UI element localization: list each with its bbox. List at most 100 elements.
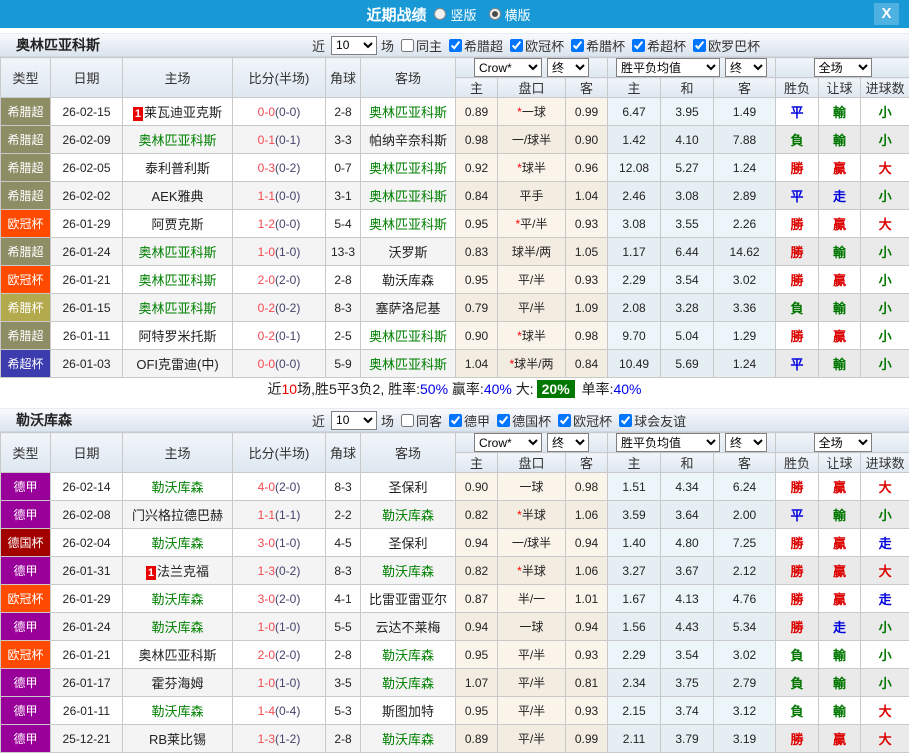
radio-vertical-icon[interactable]: [434, 8, 446, 20]
match-date: 26-01-29: [51, 585, 123, 613]
column-header: 角球: [326, 433, 361, 473]
away-team: 斯图加特: [361, 697, 456, 725]
result-handicap: 輸: [819, 98, 861, 126]
result-wdl: 勝: [776, 322, 819, 350]
league-filter-checkbox[interactable]: [693, 39, 706, 52]
result-goals: 小: [861, 350, 909, 378]
away-team: 奥林匹亚科斯: [361, 182, 456, 210]
handicap-line: *半球: [498, 501, 566, 529]
odds-draw: 6.44: [661, 238, 714, 266]
home-handicap-odds: 0.90: [456, 473, 498, 501]
sub-column-header: 和: [661, 453, 714, 473]
odds-time-select[interactable]: 终: [547, 58, 589, 77]
layout-horizontal-option[interactable]: 横版: [489, 5, 531, 24]
league-filter-checkbox[interactable]: [571, 39, 584, 52]
league-badge: 欧冠杯: [1, 210, 51, 238]
away-team-name: 圣保利: [388, 536, 427, 551]
score-cell: 2-0(2-0): [233, 266, 326, 294]
odds-company-select[interactable]: Crow*: [474, 433, 542, 452]
away-handicap-odds: 1.05: [566, 238, 608, 266]
handicap-text: 平/半: [518, 301, 545, 315]
same-venue-checkbox[interactable]: [401, 414, 414, 427]
radio-horizontal-icon[interactable]: [489, 8, 501, 20]
away-team-name: 云达不莱梅: [375, 620, 440, 635]
odds-home-win: 9.70: [608, 322, 661, 350]
home-handicap-odds: 0.83: [456, 238, 498, 266]
league-filter-label: 德甲: [464, 411, 490, 430]
odds-away-win: 3.19: [714, 725, 776, 753]
halftime-score: (0-0): [275, 357, 300, 371]
league-filter-checkbox[interactable]: [497, 414, 510, 427]
wdl-time-select[interactable]: 终: [725, 433, 767, 452]
summary-segment: 40%: [484, 381, 512, 397]
home-team-name: 阿特罗米托斯: [138, 329, 216, 344]
home-handicap-odds: 0.89: [456, 98, 498, 126]
result-wdl: 勝: [776, 613, 819, 641]
fulltime-score: 3-0: [258, 536, 275, 550]
away-handicap-odds: 0.99: [566, 725, 608, 753]
league-badge: 希腊超: [1, 154, 51, 182]
handicap-text: 平/半: [518, 676, 545, 690]
league-filter-checkbox[interactable]: [619, 414, 632, 427]
halftime-score: (0-2): [275, 161, 300, 175]
odds-home-win: 3.59: [608, 501, 661, 529]
home-handicap-odds: 0.84: [456, 182, 498, 210]
odds-home-win: 2.29: [608, 641, 661, 669]
recent-count-select[interactable]: 10: [331, 36, 377, 55]
rank-badge: 1: [133, 107, 143, 121]
league-filter-checkbox[interactable]: [449, 39, 462, 52]
home-team: 霍芬海姆: [123, 669, 233, 697]
league-filter-label: 欧冠杯: [525, 36, 564, 55]
handicap-text: 一球: [519, 620, 543, 634]
wdl-average-select[interactable]: 胜平负均值: [616, 58, 720, 77]
home-team-name: 阿贾克斯: [151, 217, 203, 232]
sub-column-header: 胜负: [776, 78, 819, 98]
result-handicap: 走: [819, 613, 861, 641]
sub-column-header: 主: [456, 78, 498, 98]
score-cell: 2-0(2-0): [233, 641, 326, 669]
home-handicap-odds: 0.95: [456, 210, 498, 238]
result-wdl: 勝: [776, 557, 819, 585]
result-wdl: 勝: [776, 725, 819, 753]
same-venue-checkbox[interactable]: [401, 39, 414, 52]
away-team: 云达不莱梅: [361, 613, 456, 641]
away-handicap-odds: 0.81: [566, 669, 608, 697]
close-button[interactable]: X: [874, 3, 899, 25]
away-handicap-odds: 0.93: [566, 210, 608, 238]
match-row: 德甲26-02-14勒沃库森4-0(2-0)8-3圣保利0.90一球0.981.…: [1, 473, 909, 501]
league-filter-checkbox[interactable]: [510, 39, 523, 52]
corners: 2-8: [326, 641, 361, 669]
column-header: 比分(半场): [233, 58, 326, 98]
layout-vertical-option[interactable]: 竖版: [434, 5, 476, 24]
league-filter-checkbox[interactable]: [558, 414, 571, 427]
odds-home-win: 10.49: [608, 350, 661, 378]
scope-select[interactable]: 全场: [814, 433, 872, 452]
result-handicap: 輸: [819, 350, 861, 378]
home-team: 奥林匹亚科斯: [123, 126, 233, 154]
league-filter-checkbox[interactable]: [632, 39, 645, 52]
home-team-name: 门兴格拉德巴赫: [132, 508, 223, 523]
league-badge: 德甲: [1, 473, 51, 501]
league-filter-checkbox[interactable]: [449, 414, 462, 427]
odds-company-header: Crow* 终: [456, 58, 608, 78]
result-wdl: 勝: [776, 154, 819, 182]
sub-column-header: 主: [608, 78, 661, 98]
summary-segment: 赢率:: [448, 381, 484, 397]
odds-home-win: 1.42: [608, 126, 661, 154]
recent-count-select[interactable]: 10: [331, 411, 377, 430]
result-handicap: 贏: [819, 322, 861, 350]
match-row: 欧冠杯26-01-29勒沃库森3-0(2-0)4-1比雷亚雷亚尔0.87半/一1…: [1, 585, 909, 613]
away-team-name: 勒沃库森: [382, 508, 434, 523]
odds-company-select[interactable]: Crow*: [474, 58, 542, 77]
scope-select[interactable]: 全场: [814, 58, 872, 77]
league-filter-label: 欧罗巴杯: [708, 36, 760, 55]
home-handicap-odds: 0.95: [456, 641, 498, 669]
corners: 5-9: [326, 350, 361, 378]
wdl-time-select[interactable]: 终: [725, 58, 767, 77]
league-badge: 德甲: [1, 557, 51, 585]
odds-time-select[interactable]: 终: [547, 433, 589, 452]
handicap-line: 一球: [498, 613, 566, 641]
wdl-average-select[interactable]: 胜平负均值: [616, 433, 720, 452]
summary-segment: 10: [282, 381, 298, 397]
league-badge: 德甲: [1, 697, 51, 725]
